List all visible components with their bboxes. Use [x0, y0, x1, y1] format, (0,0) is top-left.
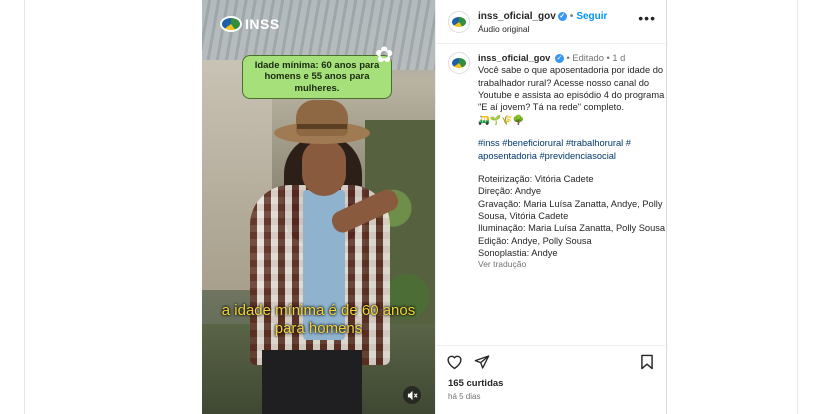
heart-icon[interactable] [446, 354, 463, 375]
inss-logo: INSS [220, 16, 280, 32]
caption-text: Você sabe o que aposentadoria por idade … [478, 65, 665, 113]
verified-icon: ✓ [557, 11, 567, 21]
header-username[interactable]: inss_oficial_gov [478, 11, 556, 22]
audio-label[interactable]: Áudio original [478, 24, 530, 34]
post-actions: 165 curtidas há 5 dias [436, 345, 668, 414]
inss-logo-mark [220, 16, 242, 32]
credit-line: Direção: Andye [478, 186, 542, 197]
video-subtitle: a idade mínima é de 60 anos para homens [221, 302, 416, 337]
hat-band [297, 124, 347, 129]
credit-line: Iluminação: Maria Luísa Zanatta, Polly S… [478, 223, 666, 234]
avatar[interactable] [448, 52, 470, 74]
caption-username[interactable]: inss_oficial_gov [478, 53, 550, 63]
right-border [797, 0, 798, 414]
header-user-line: inss_oficial_gov ✓ • Seguir [478, 11, 607, 22]
caption-body: inss_oficial_gov ✓ • Editado • 1 d Você … [478, 52, 666, 271]
caption-header: inss_oficial_gov ✓ • Editado • 1 d [478, 52, 666, 64]
caption-hashtags[interactable]: #inss #beneficiorural #trabalhorural # a… [478, 137, 666, 162]
see-translation-link[interactable]: Ver tradução [478, 259, 666, 270]
instagram-post-page: INSS Idade mínima: 60 anos para homens e… [0, 0, 828, 414]
video-caption-box: Idade mínima: 60 anos para homens e 55 a… [242, 55, 392, 99]
follow-button[interactable]: Seguir [576, 11, 607, 22]
credit-line: Gravação: Maria Luísa Zanatta, Andye, Po… [478, 198, 663, 221]
credit-line: Roteirização: Vitória Cadete [478, 173, 594, 184]
header-separator: • [569, 11, 574, 22]
post-header: inss_oficial_gov ✓ • Seguir Áudio original … [436, 0, 668, 44]
person-face [302, 140, 346, 196]
caption-emojis: 🛺🌱🌾🌳 [478, 114, 525, 125]
verified-icon: ✓ [554, 54, 564, 64]
post-time: há 5 dias [448, 392, 481, 401]
credit-line: Sonoplastia: Andye [478, 248, 558, 259]
bookmark-icon[interactable] [640, 354, 654, 375]
avatar[interactable] [448, 11, 470, 33]
speaker-muted-icon[interactable] [403, 386, 421, 404]
more-options-icon[interactable]: ••• [638, 11, 656, 25]
caption-meta: • Editado • 1 d [566, 53, 626, 63]
person-pants [262, 350, 362, 414]
hat-crown [296, 100, 348, 136]
credit-line: Edição: Andye, Polly Sousa [478, 235, 592, 246]
left-border [24, 0, 25, 414]
flower-icon: ✿ [375, 42, 394, 67]
likes-count[interactable]: 165 curtidas [448, 378, 503, 389]
inss-logo-text: INSS [245, 16, 280, 32]
send-icon[interactable] [474, 354, 490, 375]
post-side-panel: inss_oficial_gov ✓ • Seguir Áudio original … [435, 0, 668, 414]
